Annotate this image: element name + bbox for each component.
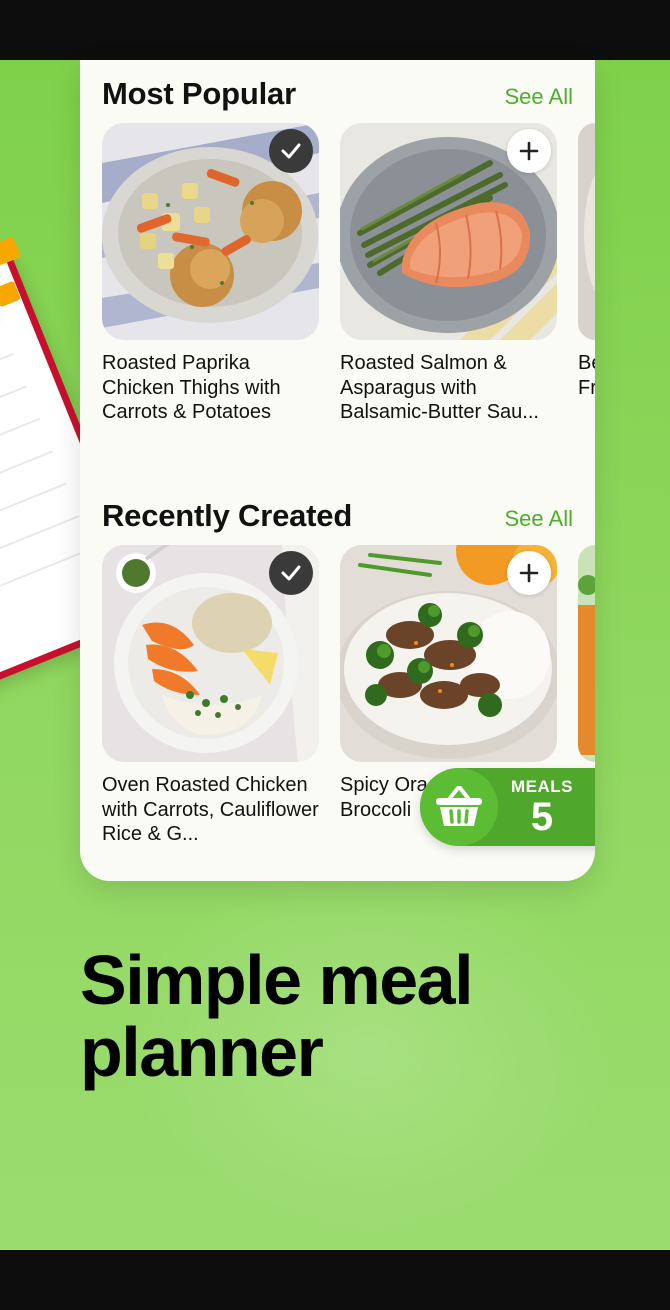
see-all-recent-link[interactable]: See All xyxy=(505,506,574,532)
recipe-tile-oven-roasted-chicken[interactable] xyxy=(102,545,319,762)
recipe-tile-roasted-salmon[interactable] xyxy=(340,123,557,340)
recipe-tile-partial[interactable] xyxy=(578,123,595,340)
meals-count: 5 xyxy=(530,795,554,839)
check-icon[interactable] xyxy=(269,129,313,173)
plus-icon[interactable] xyxy=(507,551,551,595)
headline-line-2: planner xyxy=(80,1013,324,1091)
recipe-tile-spicy-orange-broccoli[interactable] xyxy=(340,545,557,762)
recipe-title-oven-roasted-chicken: Oven Roasted Chicken with Carrots, Cauli… xyxy=(102,774,319,845)
promo-headline: Simple meal planner xyxy=(80,944,620,1088)
section-title-most-popular: Most Popular xyxy=(102,76,296,111)
recipe-title-paprika-chicken: Roasted Paprika Chicken Thighs with Carr… xyxy=(102,352,281,423)
bottom-black-bar xyxy=(0,1250,670,1310)
recipe-tile-partial-2[interactable] xyxy=(578,545,595,762)
section-title-recently-created: Recently Created xyxy=(102,498,353,533)
check-icon[interactable] xyxy=(269,551,313,595)
recipe-title-partial: Be Fr xyxy=(578,352,595,399)
app-screen-card: Most Popular See All Roasted Paprika Chi… xyxy=(80,60,595,881)
headline-line-1: Simple meal xyxy=(80,941,474,1019)
see-all-popular-link[interactable]: See All xyxy=(505,84,574,110)
basket-icon xyxy=(420,768,498,846)
meals-label: MEALS xyxy=(511,777,573,796)
top-black-bar xyxy=(0,0,670,60)
meals-cart-button[interactable]: MEALS 5 xyxy=(420,768,595,846)
recipe-tile-paprika-chicken[interactable] xyxy=(102,123,319,340)
recipe-title-roasted-salmon: Roasted Salmon & Asparagus with Balsamic… xyxy=(340,352,539,423)
plus-icon[interactable] xyxy=(507,129,551,173)
